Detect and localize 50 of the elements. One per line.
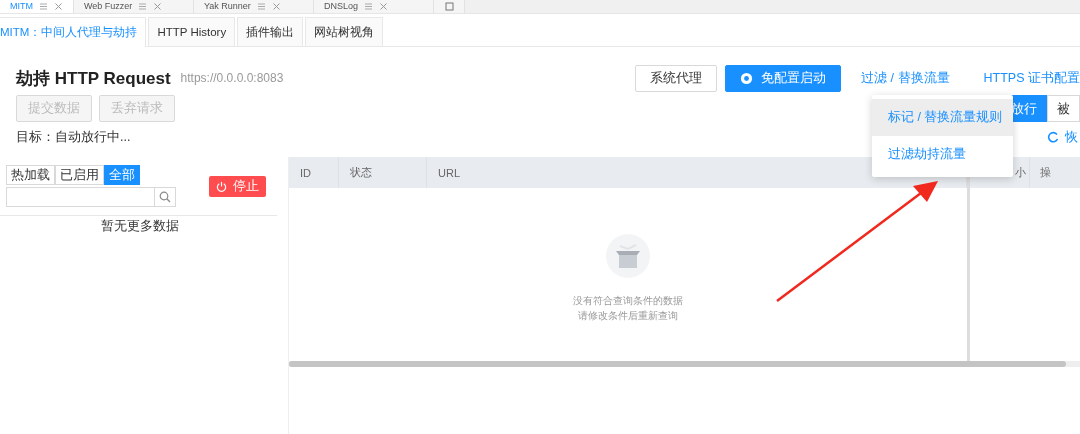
- column-header: 小: [1015, 165, 1026, 180]
- empty-hint: 没有符合查询条件的数据: [573, 294, 683, 308]
- proxy-address: https://0.0.0.0:8083: [180, 71, 284, 85]
- tab[interactable]: MITM：中间人代理与劫持: [0, 17, 147, 47]
- close-icon[interactable]: [153, 2, 163, 11]
- browser-icon: [740, 71, 754, 85]
- menu-icon[interactable]: [138, 2, 148, 11]
- mode-button[interactable]: 被: [1047, 95, 1080, 122]
- window-tab[interactable]: MITM: [0, 0, 74, 13]
- page-title: 劫持 HTTP Request: [16, 67, 171, 90]
- close-icon[interactable]: [54, 2, 63, 11]
- header-link[interactable]: 过滤 / 替换流量: [861, 69, 950, 87]
- column-header: 操: [1040, 165, 1051, 180]
- empty-box-icon: [606, 234, 650, 278]
- stop-button[interactable]: 停止: [209, 176, 266, 197]
- refresh-icon[interactable]: [1047, 131, 1059, 143]
- window-tab[interactable]: DNSLog: [314, 0, 434, 13]
- tab[interactable]: 网站树视角: [305, 17, 384, 46]
- proxy-button[interactable]: 系统代理: [635, 64, 718, 92]
- filter-button[interactable]: 全部: [104, 165, 140, 185]
- tab-label: Yak Runner: [204, 0, 251, 13]
- filter-button[interactable]: 已启用: [55, 165, 104, 185]
- search-field[interactable]: [6, 187, 176, 207]
- search-icon[interactable]: [159, 191, 171, 203]
- close-icon[interactable]: [379, 2, 389, 11]
- menu-icon[interactable]: [256, 2, 266, 11]
- empty-hint: 请修改条件后重新查询: [578, 309, 678, 323]
- tab-label: MITM: [10, 0, 33, 13]
- header-link[interactable]: HTTPS 证书配置: [983, 69, 1080, 87]
- window-tab[interactable]: Web Fuzzer: [74, 0, 194, 13]
- tab[interactable]: HTTP History: [148, 17, 236, 46]
- target-status: 目标：自动放行中...: [16, 128, 131, 146]
- column-header: 状态: [350, 165, 372, 180]
- tab-label: DNSLog: [324, 0, 359, 13]
- filter-button[interactable]: 热加载: [6, 165, 55, 185]
- close-icon[interactable]: [271, 2, 281, 11]
- menu-icon[interactable]: [39, 2, 48, 11]
- menu-item[interactable]: 标记 / 替换流量规则: [872, 99, 1013, 136]
- empty-message: 暂无更多数据: [100, 218, 180, 235]
- window-tab[interactable]: Yak Runner: [194, 0, 314, 13]
- power-icon: [216, 181, 227, 192]
- restore-link[interactable]: 恢: [1065, 128, 1078, 146]
- tab[interactable]: 插件输出: [237, 17, 304, 46]
- menu-icon[interactable]: [364, 2, 374, 11]
- add-tab-icon[interactable]: [444, 2, 454, 11]
- tab-label: Web Fuzzer: [84, 0, 133, 13]
- column-header: URL: [438, 166, 460, 179]
- menu-item[interactable]: 过滤劫持流量: [872, 136, 1013, 173]
- column-header: ID: [300, 166, 311, 179]
- start-button[interactable]: 免配置启动: [725, 64, 842, 92]
